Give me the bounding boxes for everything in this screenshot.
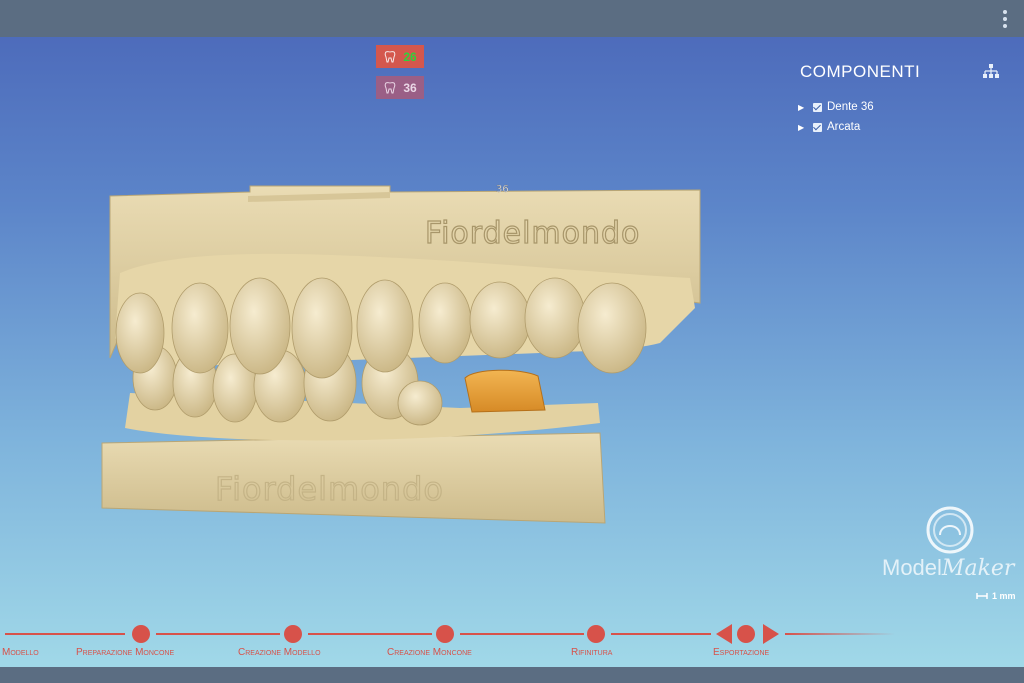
checkbox[interactable] — [813, 102, 822, 112]
tooth-tag: 36 — [496, 184, 509, 195]
workflow-bar: Modello Preparazione Moncone Creazione M… — [0, 622, 1024, 666]
step-dot-esportazione[interactable] — [737, 625, 755, 643]
component-label: Dente 36 — [827, 101, 874, 113]
step-label-rifinitura[interactable]: Rifinitura — [571, 647, 612, 658]
tooth-badge-26[interactable]: 26 — [376, 45, 424, 68]
step-dot-rifinitura[interactable] — [587, 625, 605, 643]
step-label-esportazione[interactable]: Esportazione — [713, 647, 769, 658]
engraving-bottom: Fiordelmondo — [215, 470, 444, 508]
component-item-dente[interactable]: ▶ Dente 36 — [798, 101, 874, 113]
workflow-line — [611, 633, 711, 635]
components-title: COMPONENTI — [800, 62, 921, 81]
step-label-creazione-modello[interactable]: Creazione Modello — [238, 647, 321, 658]
step-label-creazione-moncone[interactable]: Creazione Moncone — [387, 647, 472, 658]
component-label: Arcata — [827, 121, 861, 133]
next-arrow-icon[interactable] — [763, 624, 779, 644]
previous-arrow-icon[interactable] — [716, 624, 732, 644]
logo-text: ModelMaker — [882, 555, 1015, 581]
workflow-line — [308, 633, 432, 635]
step-dot-creazione-modello[interactable] — [284, 625, 302, 643]
workflow-line — [5, 633, 125, 635]
checkbox[interactable] — [813, 122, 822, 132]
expand-arrow-icon[interactable]: ▶ — [798, 103, 808, 112]
component-item-arcata[interactable]: ▶ Arcata — [798, 121, 860, 133]
scale-indicator: 1 mm — [976, 591, 1016, 601]
workflow-line — [460, 633, 584, 635]
tooth-number: 26 — [403, 49, 417, 64]
bottom-bar — [0, 667, 1024, 683]
step-label-preparazione-moncone[interactable]: Preparazione Moncone — [76, 647, 174, 658]
tooth-icon — [385, 50, 396, 62]
step-label-modello[interactable]: Modello — [2, 647, 39, 658]
step-dot-creazione-moncone[interactable] — [436, 625, 454, 643]
engraving-top: Fiordelmondo — [425, 216, 640, 251]
step-dot-preparazione[interactable] — [132, 625, 150, 643]
expand-arrow-icon[interactable]: ▶ — [798, 123, 808, 132]
more-menu-icon[interactable] — [1000, 8, 1010, 30]
tooth-number: 36 — [403, 80, 417, 95]
workflow-line — [785, 633, 895, 635]
workflow-line — [156, 633, 280, 635]
tooth-icon — [385, 81, 396, 93]
top-bar — [0, 0, 1024, 37]
dental-model-3d-view[interactable]: Fiordelmondo Fiordelmondo 36 — [100, 178, 710, 528]
tooth-badge-36[interactable]: 36 — [376, 76, 424, 99]
ruler-icon — [976, 593, 988, 599]
hierarchy-icon[interactable] — [982, 63, 1000, 79]
